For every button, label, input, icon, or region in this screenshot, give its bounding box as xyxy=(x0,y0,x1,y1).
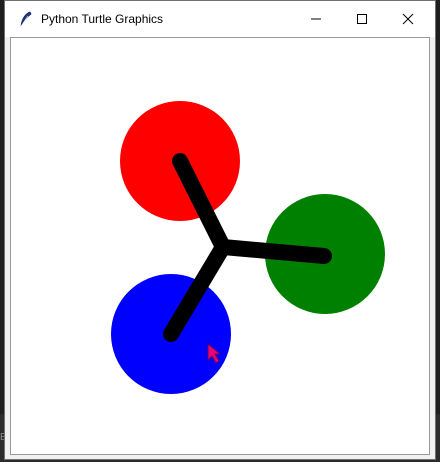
maximize-button[interactable] xyxy=(339,1,385,37)
feather-icon xyxy=(20,11,32,27)
green-arm-line xyxy=(215,239,332,264)
minimize-icon xyxy=(311,18,321,20)
turtle-window: Python Turtle Graphics xyxy=(4,0,436,460)
minimize-button[interactable] xyxy=(293,1,339,37)
close-button[interactable] xyxy=(385,1,431,37)
window-title: Python Turtle Graphics xyxy=(41,12,164,26)
title-bar[interactable]: Python Turtle Graphics xyxy=(5,1,435,37)
turtle-canvas[interactable] xyxy=(11,38,429,454)
maximize-icon xyxy=(357,14,367,24)
close-icon xyxy=(402,13,414,25)
turtle-canvas-frame[interactable] xyxy=(10,37,430,455)
